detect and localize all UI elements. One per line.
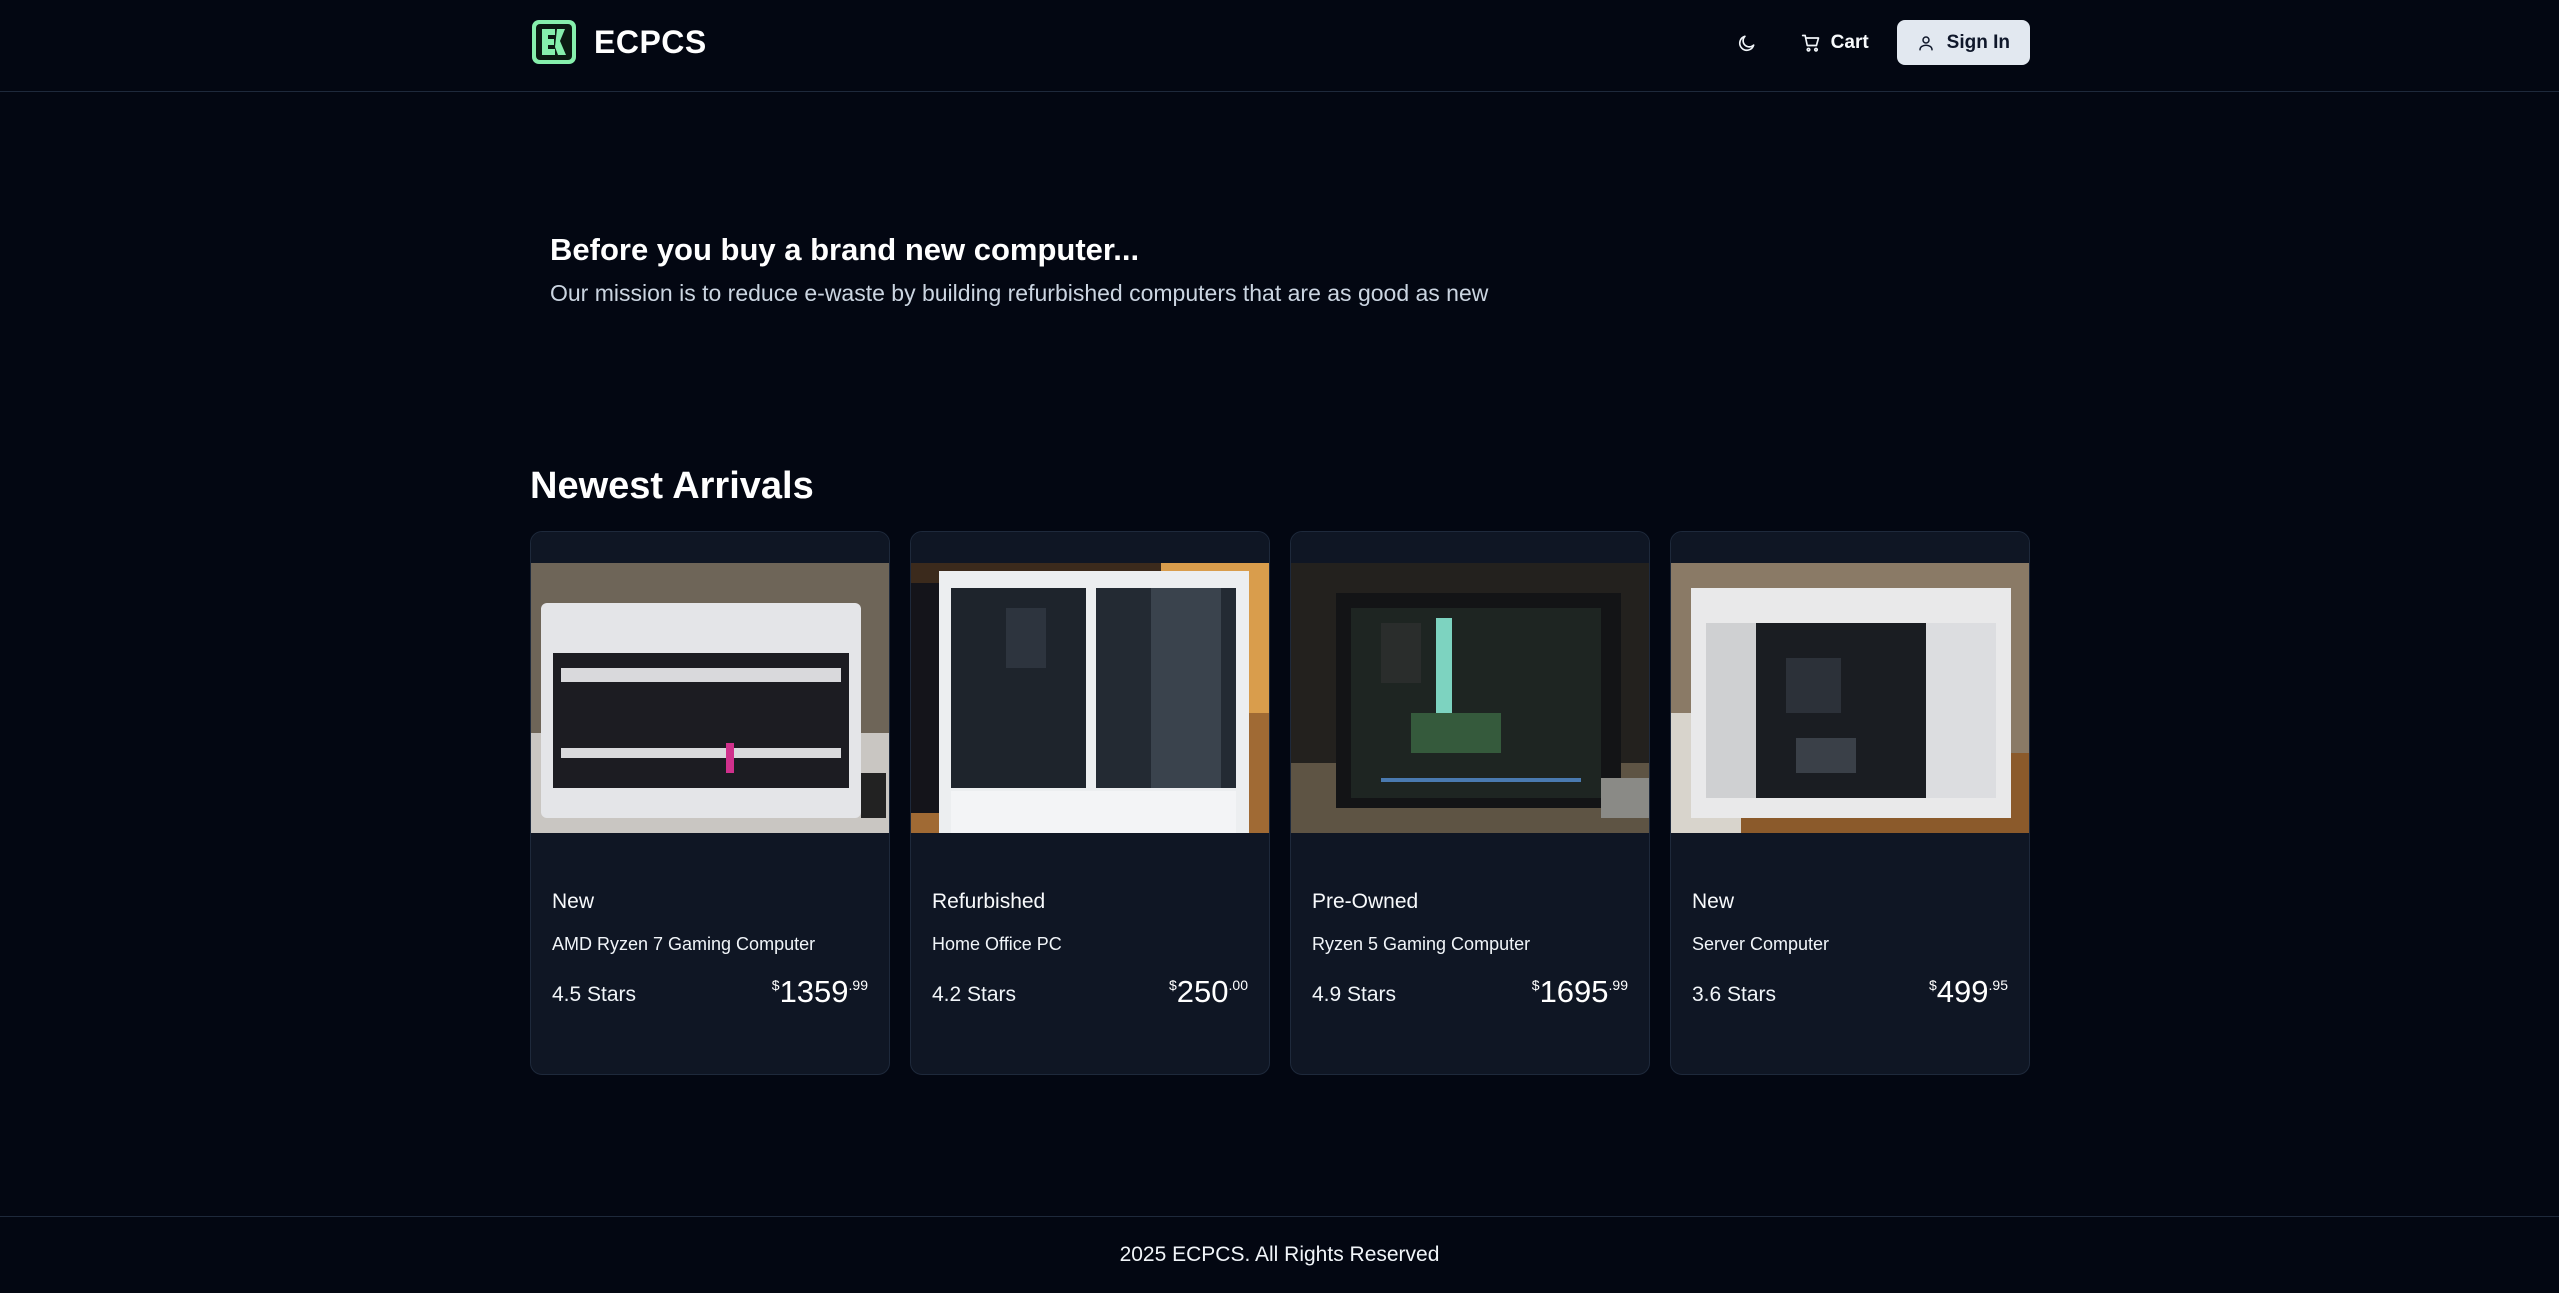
price-currency: $ [1169, 977, 1177, 993]
product-grid: New AMD Ryzen 7 Gaming Computer 4.5 Star… [530, 531, 2030, 1075]
product-card[interactable]: Refurbished Home Office PC 4.2 Stars $ 2… [910, 531, 1270, 1075]
product-rating: 3.6 Stars [1692, 983, 1777, 1006]
price-cents: .95 [1988, 977, 2008, 993]
product-rating: 4.2 Stars [932, 983, 1017, 1006]
site-footer: 2025 ECPCS. All Rights Reserved [0, 1216, 2559, 1293]
sign-in-label: Sign In [1946, 31, 2010, 53]
user-icon [1918, 35, 1933, 50]
hero-subtitle: Our mission is to reduce e-waste by buil… [550, 280, 1489, 306]
price-currency: $ [771, 977, 780, 993]
price-whole: 1695 [1539, 974, 1609, 1009]
product-condition: New [552, 890, 595, 913]
brand-link[interactable]: ECPCS [530, 18, 707, 66]
product-name: Server Computer [1692, 934, 1830, 954]
price-cents: .99 [848, 977, 868, 993]
product-condition: New [1692, 890, 1735, 913]
product-image [531, 563, 889, 833]
ec-logo-icon [532, 20, 576, 64]
price-cents: .99 [1608, 977, 1628, 993]
product-card[interactable]: Pre-Owned Ryzen 5 Gaming Computer 4.9 St… [1290, 531, 1650, 1075]
price-currency: $ [1929, 977, 1937, 993]
header-actions: Cart Sign In [1721, 20, 2030, 65]
hero-section: Before you buy a brand new computer... O… [550, 232, 1488, 307]
product-condition: Refurbished [932, 890, 1046, 913]
product-card[interactable]: New Server Computer 3.6 Stars $ 499 .95 [1670, 531, 2030, 1075]
product-condition: Pre-Owned [1312, 890, 1419, 913]
newest-arrivals-title: Newest Arrivals [530, 465, 814, 507]
cart-label: Cart [1830, 31, 1869, 53]
price-currency: $ [1531, 977, 1540, 993]
product-rating: 4.5 Stars [552, 983, 637, 1006]
product-name: AMD Ryzen 7 Gaming Computer [552, 934, 816, 954]
product-name: Ryzen 5 Gaming Computer [1312, 934, 1531, 954]
product-price: $ 250 .00 [1169, 975, 1248, 1009]
cart-icon [1801, 34, 1819, 52]
product-price: $ 1359 .99 [772, 975, 868, 1009]
brand-name: ECPCS [594, 23, 707, 60]
product-image [1671, 563, 2029, 833]
price-cents: .00 [1228, 977, 1248, 993]
price-whole: 250 [1176, 974, 1229, 1009]
product-rating: 4.9 Stars [1312, 983, 1397, 1006]
product-name: Home Office PC [932, 934, 1062, 954]
product-image [911, 563, 1269, 833]
hero-title: Before you buy a brand new computer... [550, 232, 1140, 267]
price-whole: 499 [1936, 974, 1989, 1009]
product-price: $ 1695 .99 [1532, 975, 1628, 1009]
product-card[interactable]: New AMD Ryzen 7 Gaming Computer 4.5 Star… [530, 531, 890, 1075]
footer-copyright: 2025 ECPCS. All Rights Reserved [1119, 1243, 1440, 1266]
theme-toggle-button[interactable] [1721, 21, 1773, 65]
price-whole: 1359 [779, 974, 849, 1009]
moon-icon [1738, 35, 1755, 51]
cart-button[interactable]: Cart [1785, 21, 1885, 65]
sign-in-button[interactable]: Sign In [1896, 20, 2030, 65]
site-header: ECPCS Cart Sign In [0, 0, 2559, 92]
product-price: $ 499 .95 [1929, 975, 2008, 1009]
product-image [1291, 563, 1649, 833]
